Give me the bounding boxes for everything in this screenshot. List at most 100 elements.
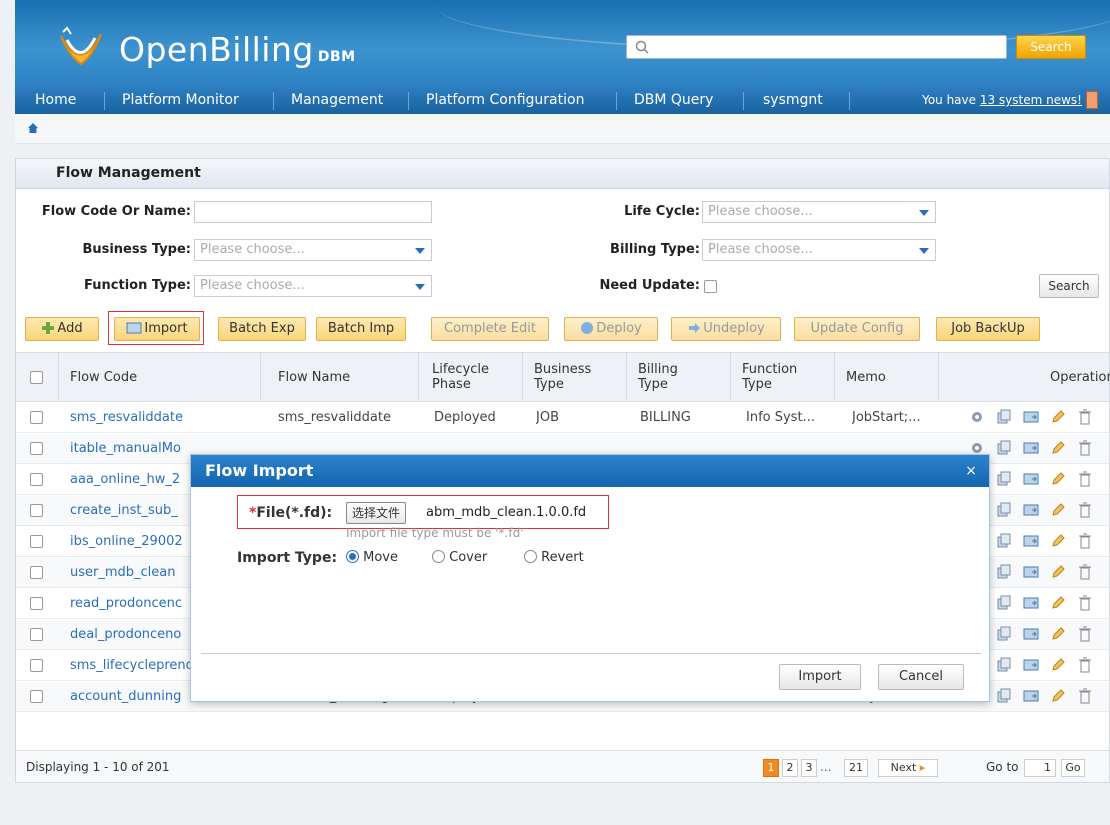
- edit-icon[interactable]: [1050, 564, 1066, 580]
- batch-exp-button[interactable]: Batch Exp: [218, 317, 306, 341]
- page-1-button[interactable]: 1: [763, 759, 779, 777]
- flow-code-cell[interactable]: sms_resvaliddate: [70, 403, 256, 433]
- copy-icon[interactable]: [996, 657, 1012, 673]
- nav-dbm-query[interactable]: DBM Query: [634, 88, 713, 114]
- nav-home[interactable]: Home: [35, 88, 76, 114]
- edit-icon[interactable]: [1050, 440, 1066, 456]
- goto-page-input[interactable]: 1: [1024, 759, 1056, 777]
- need-update-checkbox[interactable]: [704, 280, 717, 293]
- delete-icon[interactable]: [1077, 471, 1093, 487]
- copy-icon[interactable]: [996, 440, 1012, 456]
- row-checkbox[interactable]: [30, 628, 43, 641]
- header-memo[interactable]: Memo: [846, 353, 886, 401]
- export-icon[interactable]: [1023, 595, 1039, 611]
- edit-icon[interactable]: [1050, 595, 1066, 611]
- business-type-select[interactable]: Please choose...: [194, 239, 432, 261]
- header-flow-name[interactable]: Flow Name: [278, 353, 350, 401]
- delete-icon[interactable]: [1077, 595, 1093, 611]
- row-checkbox[interactable]: [30, 566, 43, 579]
- row-checkbox[interactable]: [30, 473, 43, 486]
- edit-icon[interactable]: [1050, 502, 1066, 518]
- delete-icon[interactable]: [1077, 626, 1093, 642]
- delete-icon[interactable]: [1077, 502, 1093, 518]
- import-submit-button[interactable]: Import: [779, 664, 861, 690]
- row-checkbox[interactable]: [30, 690, 43, 703]
- nav-sysmgnt[interactable]: sysmgnt: [763, 88, 823, 114]
- export-icon[interactable]: [1023, 533, 1039, 549]
- deploy-button[interactable]: Deploy: [564, 317, 658, 341]
- settings-gear-icon[interactable]: [969, 409, 985, 425]
- global-search-input[interactable]: [626, 35, 1007, 59]
- page-21-button[interactable]: 21: [844, 759, 868, 777]
- function-type-select[interactable]: Please choose...: [194, 275, 432, 297]
- nav-platform-monitor[interactable]: Platform Monitor: [122, 88, 239, 114]
- delete-icon[interactable]: [1077, 409, 1093, 425]
- export-icon[interactable]: [1023, 409, 1039, 425]
- copy-icon[interactable]: [996, 626, 1012, 642]
- header-function-type[interactable]: Function Type: [742, 353, 797, 401]
- delete-icon[interactable]: [1077, 657, 1093, 673]
- header-business-type[interactable]: Business Type: [534, 353, 591, 401]
- next-page-button[interactable]: Next ▸: [878, 759, 938, 777]
- copy-icon[interactable]: [996, 502, 1012, 518]
- header-billing-type[interactable]: Billing Type: [638, 353, 678, 401]
- export-icon[interactable]: [1023, 440, 1039, 456]
- nav-management[interactable]: Management: [291, 88, 383, 114]
- home-icon[interactable]: [27, 122, 39, 134]
- export-icon[interactable]: [1023, 688, 1039, 704]
- copy-icon[interactable]: [996, 595, 1012, 611]
- life-cycle-select[interactable]: Please choose...: [702, 201, 936, 223]
- update-config-button[interactable]: Update Config: [794, 317, 920, 341]
- copy-icon[interactable]: [996, 688, 1012, 704]
- row-checkbox[interactable]: [30, 411, 43, 424]
- add-button[interactable]: Add: [25, 317, 99, 341]
- export-icon[interactable]: [1023, 626, 1039, 642]
- export-icon[interactable]: [1023, 657, 1039, 673]
- billing-type-select[interactable]: Please choose...: [702, 239, 936, 261]
- filter-search-button[interactable]: Search: [1039, 274, 1099, 298]
- select-all-checkbox[interactable]: [30, 371, 43, 384]
- complete-edit-button[interactable]: Complete Edit: [431, 317, 549, 341]
- batch-imp-button[interactable]: Batch Imp: [316, 317, 406, 341]
- news-icon[interactable]: [1086, 91, 1098, 109]
- edit-icon[interactable]: [1050, 626, 1066, 642]
- global-search-button[interactable]: Search: [1016, 35, 1086, 59]
- table-row[interactable]: sms_resvaliddate sms_resvaliddate Deployed…: [16, 403, 1109, 433]
- delete-icon[interactable]: [1077, 688, 1093, 704]
- copy-icon[interactable]: [996, 409, 1012, 425]
- close-icon[interactable]: ×: [965, 455, 977, 487]
- nav-platform-configuration[interactable]: Platform Configuration: [426, 88, 584, 114]
- copy-icon[interactable]: [996, 471, 1012, 487]
- row-checkbox[interactable]: [30, 504, 43, 517]
- page-3-button[interactable]: 3: [801, 759, 817, 777]
- export-icon[interactable]: [1023, 564, 1039, 580]
- edit-icon[interactable]: [1050, 409, 1066, 425]
- row-checkbox[interactable]: [30, 535, 43, 548]
- import-type-cover[interactable]: Cover: [432, 547, 487, 569]
- row-checkbox[interactable]: [30, 442, 43, 455]
- choose-file-button[interactable]: 选择文件: [346, 502, 407, 524]
- cancel-button[interactable]: Cancel: [878, 664, 964, 690]
- job-backup-button[interactable]: Job BackUp: [936, 317, 1040, 341]
- export-icon[interactable]: [1023, 502, 1039, 518]
- news-link[interactable]: 13 system news!: [980, 93, 1082, 107]
- copy-icon[interactable]: [996, 564, 1012, 580]
- copy-icon[interactable]: [996, 533, 1012, 549]
- undeploy-button[interactable]: Undeploy: [671, 317, 781, 341]
- header-lifecycle-phase[interactable]: Lifecycle Phase: [432, 353, 489, 401]
- export-icon[interactable]: [1023, 471, 1039, 487]
- row-checkbox[interactable]: [30, 597, 43, 610]
- go-button[interactable]: Go: [1061, 759, 1085, 777]
- edit-icon[interactable]: [1050, 471, 1066, 487]
- delete-icon[interactable]: [1077, 440, 1093, 456]
- import-type-revert[interactable]: Revert: [524, 547, 584, 569]
- header-flow-code[interactable]: Flow Code: [70, 353, 137, 401]
- delete-icon[interactable]: [1077, 564, 1093, 580]
- edit-icon[interactable]: [1050, 657, 1066, 673]
- edit-icon[interactable]: [1050, 688, 1066, 704]
- page-2-button[interactable]: 2: [782, 759, 798, 777]
- edit-icon[interactable]: [1050, 533, 1066, 549]
- delete-icon[interactable]: [1077, 533, 1093, 549]
- row-checkbox[interactable]: [30, 659, 43, 672]
- import-type-move[interactable]: Move: [346, 547, 398, 569]
